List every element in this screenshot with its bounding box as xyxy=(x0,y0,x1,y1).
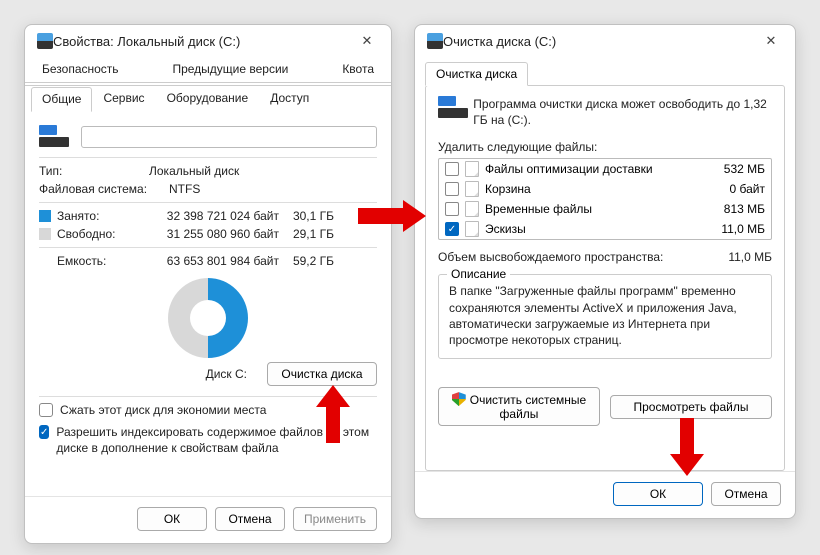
clean-system-files-label: Очистить системные файлы xyxy=(470,393,586,421)
cancel-button[interactable]: Отмена xyxy=(215,507,285,531)
filesystem-label: Файловая система: xyxy=(39,182,169,196)
file-checkbox[interactable] xyxy=(445,202,459,216)
file-row[interactable]: Корзина 0 байт xyxy=(439,179,771,199)
file-icon xyxy=(465,221,479,237)
used-swatch xyxy=(39,210,51,222)
file-name: Эскизы xyxy=(485,222,695,236)
compress-checkbox[interactable] xyxy=(39,403,53,417)
used-human: 30,1 ГБ xyxy=(279,209,334,223)
tab-hardware[interactable]: Оборудование xyxy=(156,86,260,111)
index-label: Разрешить индексировать содержимое файло… xyxy=(56,425,377,456)
drive-icon-large xyxy=(39,125,69,149)
file-checkbox[interactable] xyxy=(445,182,459,196)
cancel-button[interactable]: Отмена xyxy=(711,482,781,506)
capacity-bytes: 63 653 801 984 байт xyxy=(149,254,279,268)
file-icon xyxy=(465,181,479,197)
tab-general[interactable]: Общие xyxy=(31,87,92,112)
gain-value: 11,0 МБ xyxy=(728,250,772,264)
cleanup-panel: Программа очистки диска может освободить… xyxy=(425,85,785,471)
file-size: 532 МБ xyxy=(695,162,765,176)
close-icon[interactable]: ✕ xyxy=(355,33,379,49)
file-name: Файлы оптимизации доставки xyxy=(485,162,695,176)
tab-previous-versions[interactable]: Предыдущие версии xyxy=(130,57,332,82)
shield-icon xyxy=(452,392,466,406)
file-size: 0 байт xyxy=(695,182,765,196)
drive-icon xyxy=(427,33,443,49)
disk-cleanup-button[interactable]: Очистка диска xyxy=(267,362,377,386)
compress-label: Сжать этот диск для экономии места xyxy=(60,403,266,417)
used-bytes: 32 398 721 024 байт xyxy=(149,209,279,223)
drive-icon-large xyxy=(438,96,463,120)
file-checkbox[interactable] xyxy=(445,162,459,176)
titlebar[interactable]: Свойства: Локальный диск (C:) ✕ xyxy=(25,25,391,55)
file-name: Временные файлы xyxy=(485,202,695,216)
tabs-row-bottom: Общие Сервис Оборудование Доступ xyxy=(25,85,391,111)
properties-buttons: ОК Отмена Применить xyxy=(25,496,391,543)
disk-label: Диск C: xyxy=(206,367,247,381)
free-swatch xyxy=(39,228,51,240)
file-icon xyxy=(465,161,479,177)
view-files-button[interactable]: Просмотреть файлы xyxy=(610,395,772,419)
ok-button[interactable]: ОК xyxy=(137,507,207,531)
properties-body: Тип:Локальный диск Файловая система:NTFS… xyxy=(25,111,391,496)
tab-tools[interactable]: Сервис xyxy=(92,86,155,111)
disk-usage-donut xyxy=(168,278,248,358)
type-value: Локальный диск xyxy=(149,164,239,178)
type-label: Тип: xyxy=(39,164,149,178)
window-title: Свойства: Локальный диск (C:) xyxy=(53,34,355,49)
clean-system-files-button[interactable]: Очистить системные файлы xyxy=(438,387,600,426)
index-checkbox[interactable]: ✓ xyxy=(39,425,49,439)
file-size: 11,0 МБ xyxy=(695,222,765,236)
drive-name-input[interactable] xyxy=(81,126,377,148)
capacity-label: Емкость: xyxy=(57,254,149,268)
gain-label: Объем высвобождаемого пространства: xyxy=(438,250,728,264)
used-label: Занято: xyxy=(57,209,149,223)
free-human: 29,1 ГБ xyxy=(279,227,334,241)
free-bytes: 31 255 080 960 байт xyxy=(149,227,279,241)
description-group: Описание В папке "Загруженные файлы прог… xyxy=(438,274,772,359)
description-legend: Описание xyxy=(447,267,510,281)
apply-button[interactable]: Применить xyxy=(293,507,377,531)
file-list[interactable]: Файлы оптимизации доставки 532 МБ Корзин… xyxy=(438,158,772,240)
file-row[interactable]: ✓ Эскизы 11,0 МБ xyxy=(439,219,771,239)
tab-quota[interactable]: Квота xyxy=(331,57,385,82)
tab-sharing[interactable]: Доступ xyxy=(259,86,320,111)
titlebar[interactable]: Очистка диска (C:) ✕ xyxy=(415,25,795,55)
file-row[interactable]: Файлы оптимизации доставки 532 МБ xyxy=(439,159,771,179)
cleanup-window: Очистка диска (C:) ✕ Очистка диска Прогр… xyxy=(414,24,796,519)
window-title: Очистка диска (C:) xyxy=(443,34,759,49)
tab-strip: Очистка диска xyxy=(415,55,795,85)
capacity-human: 59,2 ГБ xyxy=(279,254,334,268)
cleanup-buttons: ОК Отмена xyxy=(415,471,795,518)
tab-security[interactable]: Безопасность xyxy=(31,57,130,82)
tab-cleanup[interactable]: Очистка диска xyxy=(425,62,528,86)
file-size: 813 МБ xyxy=(695,202,765,216)
ok-button[interactable]: ОК xyxy=(613,482,703,506)
file-row[interactable]: Временные файлы 813 МБ xyxy=(439,199,771,219)
description-text: В папке "Загруженные файлы программ" вре… xyxy=(449,284,737,347)
properties-window: Свойства: Локальный диск (C:) ✕ Безопасн… xyxy=(24,24,392,544)
file-name: Корзина xyxy=(485,182,695,196)
close-icon[interactable]: ✕ xyxy=(759,33,783,49)
free-label: Свободно: xyxy=(57,227,149,241)
intro-text: Программа очистки диска может освободить… xyxy=(473,96,772,128)
tabs-row-top: Безопасность Предыдущие версии Квота xyxy=(25,57,391,83)
file-checkbox[interactable]: ✓ xyxy=(445,222,459,236)
filesystem-value: NTFS xyxy=(169,182,200,196)
file-icon xyxy=(465,201,479,217)
drive-icon xyxy=(37,33,53,49)
delete-files-label: Удалить следующие файлы: xyxy=(438,140,772,154)
